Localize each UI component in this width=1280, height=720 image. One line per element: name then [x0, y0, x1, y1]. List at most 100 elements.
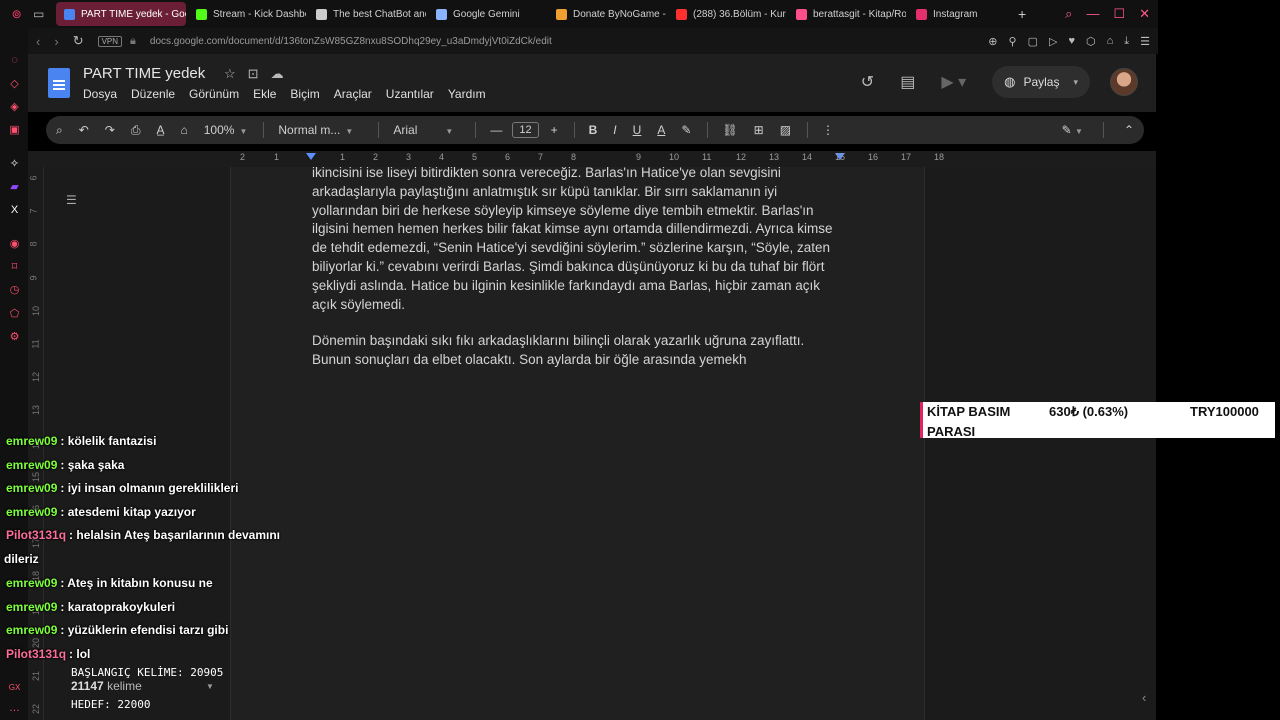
- tab-label: The best ChatBot and: [333, 8, 426, 20]
- italic-icon[interactable]: I: [613, 123, 616, 137]
- reload-icon[interactable]: ↻: [73, 33, 84, 49]
- bold-icon[interactable]: B: [589, 123, 598, 137]
- search-icon[interactable]: ⌕: [1065, 6, 1072, 22]
- browser-tab[interactable]: berattasgit - Kitap/Ro: [788, 2, 906, 26]
- new-tab-button[interactable]: +: [1018, 6, 1026, 22]
- player-icon[interactable]: ◉: [8, 238, 21, 251]
- easy-setup-icon[interactable]: ☰: [1140, 35, 1150, 48]
- font-size-input[interactable]: 12: [512, 122, 539, 138]
- settings-icon[interactable]: ⚙: [8, 331, 21, 344]
- ruler-number: 7: [538, 152, 544, 162]
- document-title[interactable]: PART TIME yedek: [83, 65, 205, 82]
- download-icon[interactable]: ⤓: [1124, 35, 1129, 48]
- extension-icon[interactable]: ⬠: [8, 308, 21, 321]
- meet-icon[interactable]: ▶︎ ▾: [941, 72, 966, 92]
- collapse-menus-icon[interactable]: ⌃: [1124, 123, 1134, 137]
- paragraph[interactable]: ikincisini ise liseyi bitirdikten sonra …: [312, 164, 842, 314]
- cloud-status-icon[interactable]: ☁: [271, 66, 284, 82]
- tab-overview-icon[interactable]: ▭: [33, 7, 44, 21]
- menu-item[interactable]: Düzenle: [131, 87, 175, 101]
- redo-icon[interactable]: ↷: [105, 123, 115, 137]
- editing-mode-icon[interactable]: ✎ ▼: [1062, 123, 1083, 137]
- browser-tab[interactable]: Instagram: [908, 2, 1008, 26]
- snapshot-icon[interactable]: ▢: [1028, 35, 1038, 48]
- print-icon[interactable]: ⎙: [131, 123, 141, 138]
- forward-icon[interactable]: ›: [54, 34, 58, 49]
- search-menus-icon[interactable]: ⌕: [56, 123, 63, 138]
- add-comment-icon[interactable]: ⊞: [754, 123, 764, 137]
- extensions-icon[interactable]: ⬡: [1086, 35, 1096, 48]
- vpn-badge[interactable]: VPN: [97, 35, 123, 47]
- menu-item[interactable]: Ekle: [253, 87, 276, 101]
- document-outline-icon[interactable]: ☰: [66, 193, 77, 207]
- chevron-down-icon[interactable]: ▾: [1073, 77, 1078, 88]
- zoom-select[interactable]: 100% ▼: [204, 123, 248, 137]
- chatgpt-icon[interactable]: ✧: [8, 158, 21, 171]
- wallet-icon[interactable]: ⌂: [1107, 35, 1114, 48]
- avatar[interactable]: [1110, 68, 1138, 96]
- version-history-icon[interactable]: ↺: [861, 72, 874, 92]
- comments-icon[interactable]: ▤: [900, 72, 915, 92]
- chat-username: Pilot3131q: [6, 528, 67, 543]
- goal-title-line1: KİTAP BASIM: [927, 404, 1011, 419]
- history-icon[interactable]: ◷: [8, 284, 21, 297]
- chevron-down-icon[interactable]: ▼: [206, 682, 214, 691]
- toolbar-divider: [263, 122, 265, 138]
- browser-tab[interactable]: Donate ByNoGame -: [548, 2, 666, 26]
- tab-favicon-icon: [796, 8, 807, 20]
- url-field[interactable]: docs.google.com/document/d/136tonZsW85GZ…: [150, 36, 552, 47]
- pin-icon[interactable]: ⚲: [1009, 35, 1017, 48]
- bag-icon[interactable]: ◇: [8, 78, 21, 91]
- link-icon[interactable]: ⛓: [722, 123, 737, 137]
- browser-tab[interactable]: The best ChatBot and: [308, 2, 426, 26]
- gx-icon[interactable]: GX: [8, 681, 21, 694]
- spellcheck-icon[interactable]: A̲: [156, 123, 164, 137]
- increase-font-icon[interactable]: +: [551, 123, 558, 137]
- move-folder-icon[interactable]: ⊡: [248, 66, 259, 82]
- play-icon[interactable]: ▷: [1049, 35, 1057, 48]
- left-indent-marker[interactable]: [306, 153, 316, 160]
- share-button[interactable]: ◍ Paylaş ▾: [992, 66, 1090, 98]
- docs-logo-icon[interactable]: [48, 68, 70, 98]
- bookmark-icon[interactable]: ⌑: [8, 261, 21, 274]
- paragraph[interactable]: Dönemin başındaki sıkı fıkı arkadaşlıkla…: [312, 332, 842, 370]
- insert-image-icon[interactable]: ▨: [780, 123, 791, 137]
- decrease-font-icon[interactable]: —: [490, 123, 502, 137]
- browser-tab[interactable]: PART TIME yedek - Goog: [56, 2, 186, 26]
- more-options-icon[interactable]: ⋮: [822, 123, 834, 137]
- highlight-icon[interactable]: ✎: [681, 123, 691, 137]
- menu-item[interactable]: Görünüm: [189, 87, 239, 101]
- tab-favicon-icon: [556, 8, 567, 20]
- undo-icon[interactable]: ↶: [79, 123, 89, 137]
- menu-item[interactable]: Uzantılar: [386, 87, 434, 101]
- style-select[interactable]: Normal m... ▼: [278, 123, 362, 137]
- document-body[interactable]: ikincisini ise liseyi bitirdikten sonra …: [312, 164, 842, 388]
- heart-icon[interactable]: ♥: [1068, 35, 1075, 48]
- chevron-left-icon[interactable]: ‹: [1142, 690, 1146, 705]
- text-color-icon[interactable]: A: [657, 123, 665, 137]
- menu-item[interactable]: Biçim: [290, 87, 319, 101]
- menu-logo-icon[interactable]: ⊚: [12, 7, 22, 21]
- refresh-circle-icon[interactable]: ◌: [8, 54, 21, 67]
- browser-tab[interactable]: (288) 36.Bölüm - Kurt: [668, 2, 786, 26]
- menu-item[interactable]: Dosya: [83, 87, 117, 101]
- browser-tab[interactable]: Stream - Kick Dashbo: [188, 2, 306, 26]
- paint-format-icon[interactable]: ⌂: [180, 123, 187, 137]
- menu-item[interactable]: Araçlar: [334, 87, 372, 101]
- twitch-icon[interactable]: ▰: [8, 181, 21, 194]
- zoom-icon[interactable]: ⊕: [988, 35, 997, 48]
- font-select[interactable]: Arial ▼: [393, 123, 459, 137]
- more-icon[interactable]: …: [8, 702, 21, 715]
- menu-item[interactable]: Yardım: [448, 87, 486, 101]
- back-icon[interactable]: ‹: [36, 34, 40, 49]
- underline-icon[interactable]: U: [633, 123, 642, 137]
- minimize-icon[interactable]: —: [1086, 6, 1099, 22]
- word-count-widget[interactable]: 21147 kelime: [71, 679, 142, 693]
- star-icon[interactable]: ☆: [224, 66, 236, 82]
- close-icon[interactable]: ✕: [1139, 6, 1150, 22]
- browser-tab[interactable]: Google Gemini: [428, 2, 546, 26]
- x-icon[interactable]: X: [8, 204, 21, 217]
- mail-icon[interactable]: ▣: [8, 124, 21, 137]
- maximize-icon[interactable]: ☐: [1113, 6, 1125, 22]
- messenger-icon[interactable]: ◈: [8, 101, 21, 114]
